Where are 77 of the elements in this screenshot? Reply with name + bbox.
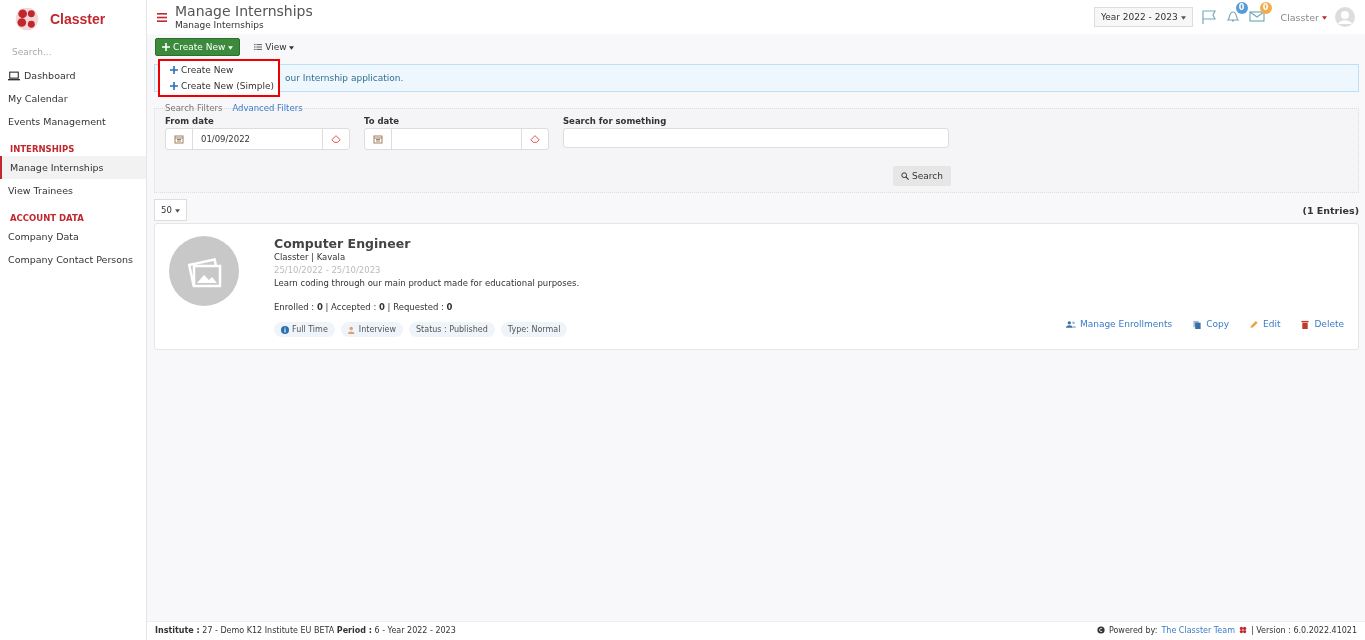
envelope-icon[interactable]	[1248, 8, 1265, 24]
notification-count: 0	[1235, 2, 1248, 14]
entries-count: (1 Entries)	[1302, 204, 1359, 216]
sidebar-item[interactable]: My Calendar	[0, 87, 146, 110]
field-label: To date	[364, 116, 401, 126]
search-icon	[901, 172, 909, 180]
flag-icon[interactable]	[1200, 9, 1217, 25]
create-new-button[interactable]: Create New	[155, 38, 241, 56]
image-placeholder-icon	[169, 236, 239, 306]
tag: Status : Published	[409, 322, 495, 337]
tag: Interview	[340, 322, 403, 337]
laptop-icon	[8, 70, 20, 81]
caret-icon	[289, 45, 295, 50]
info-icon	[281, 325, 289, 334]
sidebar-item[interactable]: Events Management	[0, 110, 146, 133]
trash-icon	[1300, 319, 1311, 329]
year-dropdown[interactable]: Year 2022 - 2023	[1093, 7, 1193, 27]
section-heading: INTERNSHIPS	[9, 143, 76, 156]
page-subtitle: Manage Internships	[175, 19, 265, 31]
tag: Full Time	[274, 322, 335, 337]
plus-icon	[162, 43, 170, 51]
date-range: 25/10/2022 - 25/10/2023	[274, 264, 382, 277]
footer-info: Institute : 27 - Demo K12 Institute EU BETA Period : 6 - Year 2022 - 2023	[155, 625, 456, 635]
internship-title: Computer Engineer	[274, 236, 412, 251]
date-field[interactable]: 01/09/2022	[165, 128, 350, 150]
caret-icon	[228, 45, 234, 50]
brand-name: Classter	[50, 11, 106, 27]
page-title: Manage Internships	[175, 3, 313, 19]
powered-by-text: Powered by:	[1108, 625, 1158, 635]
action-link[interactable]: Copy	[1192, 319, 1229, 329]
list-icon	[254, 43, 263, 51]
eraser-icon[interactable]	[331, 134, 341, 144]
advanced-filters-link[interactable]: Advanced Filters	[232, 103, 303, 113]
menu-item[interactable]: Create New (Simple)	[160, 78, 278, 94]
user-menu[interactable]: Classter	[1280, 11, 1327, 23]
action-link[interactable]: Edit	[1249, 319, 1281, 329]
person-icon	[347, 325, 356, 334]
company-location: Classter | Kavala	[274, 251, 347, 264]
eraser-icon[interactable]	[530, 134, 540, 144]
sidebar-item[interactable]: Company Contact Persons	[0, 248, 146, 271]
enrollment-stats: Enrolled : 0 | Accepted : 0 | Requested : 0	[274, 302, 454, 312]
caret-icon	[1180, 15, 1186, 20]
section-heading: ACCOUNT DATA	[9, 212, 85, 225]
sidebar-item[interactable]: View Trainees	[0, 179, 146, 202]
sidebar-item[interactable]: Manage Internships	[0, 156, 146, 179]
pencil-icon	[1249, 319, 1259, 329]
field-label: From date	[165, 116, 215, 126]
filter-legend: Search Filters	[165, 103, 223, 113]
tag: Type: Normal	[500, 322, 568, 337]
logo-icon	[14, 6, 40, 32]
copy-icon	[1192, 319, 1203, 329]
view-button[interactable]: View	[248, 41, 301, 53]
bell-icon[interactable]	[1224, 8, 1241, 24]
menu-icon[interactable]	[157, 12, 167, 22]
action-link[interactable]: Manage Enrollments	[1065, 319, 1173, 329]
plus-icon	[170, 82, 178, 90]
field-label: Search for something	[563, 116, 668, 126]
page-size-dropdown[interactable]: 50	[154, 199, 187, 221]
search-button[interactable]: Search	[893, 166, 951, 186]
search-input[interactable]	[563, 128, 949, 148]
users-icon	[1065, 319, 1076, 329]
copyright-icon	[1096, 626, 1105, 634]
team-link[interactable]: The Classter Team	[1161, 625, 1235, 635]
sidebar-item[interactable]: Company Data	[0, 225, 146, 248]
plus-icon	[170, 66, 178, 74]
calendar-icon[interactable]	[174, 134, 184, 144]
date-field[interactable]	[364, 128, 549, 150]
caret-icon	[174, 208, 180, 213]
sidebar-item[interactable]: Dashboard	[0, 64, 146, 87]
calendar-icon[interactable]	[373, 134, 383, 144]
caret-icon	[1322, 16, 1327, 20]
menu-item[interactable]: Create New	[160, 62, 278, 78]
logo-icon	[1238, 626, 1247, 634]
version-text: | Version : 6.0.2022.41021	[1250, 625, 1357, 635]
message-count: 0	[1259, 2, 1272, 14]
description: Learn coding through our main product made for educational purposes.	[274, 277, 581, 290]
action-link[interactable]: Delete	[1300, 319, 1344, 329]
